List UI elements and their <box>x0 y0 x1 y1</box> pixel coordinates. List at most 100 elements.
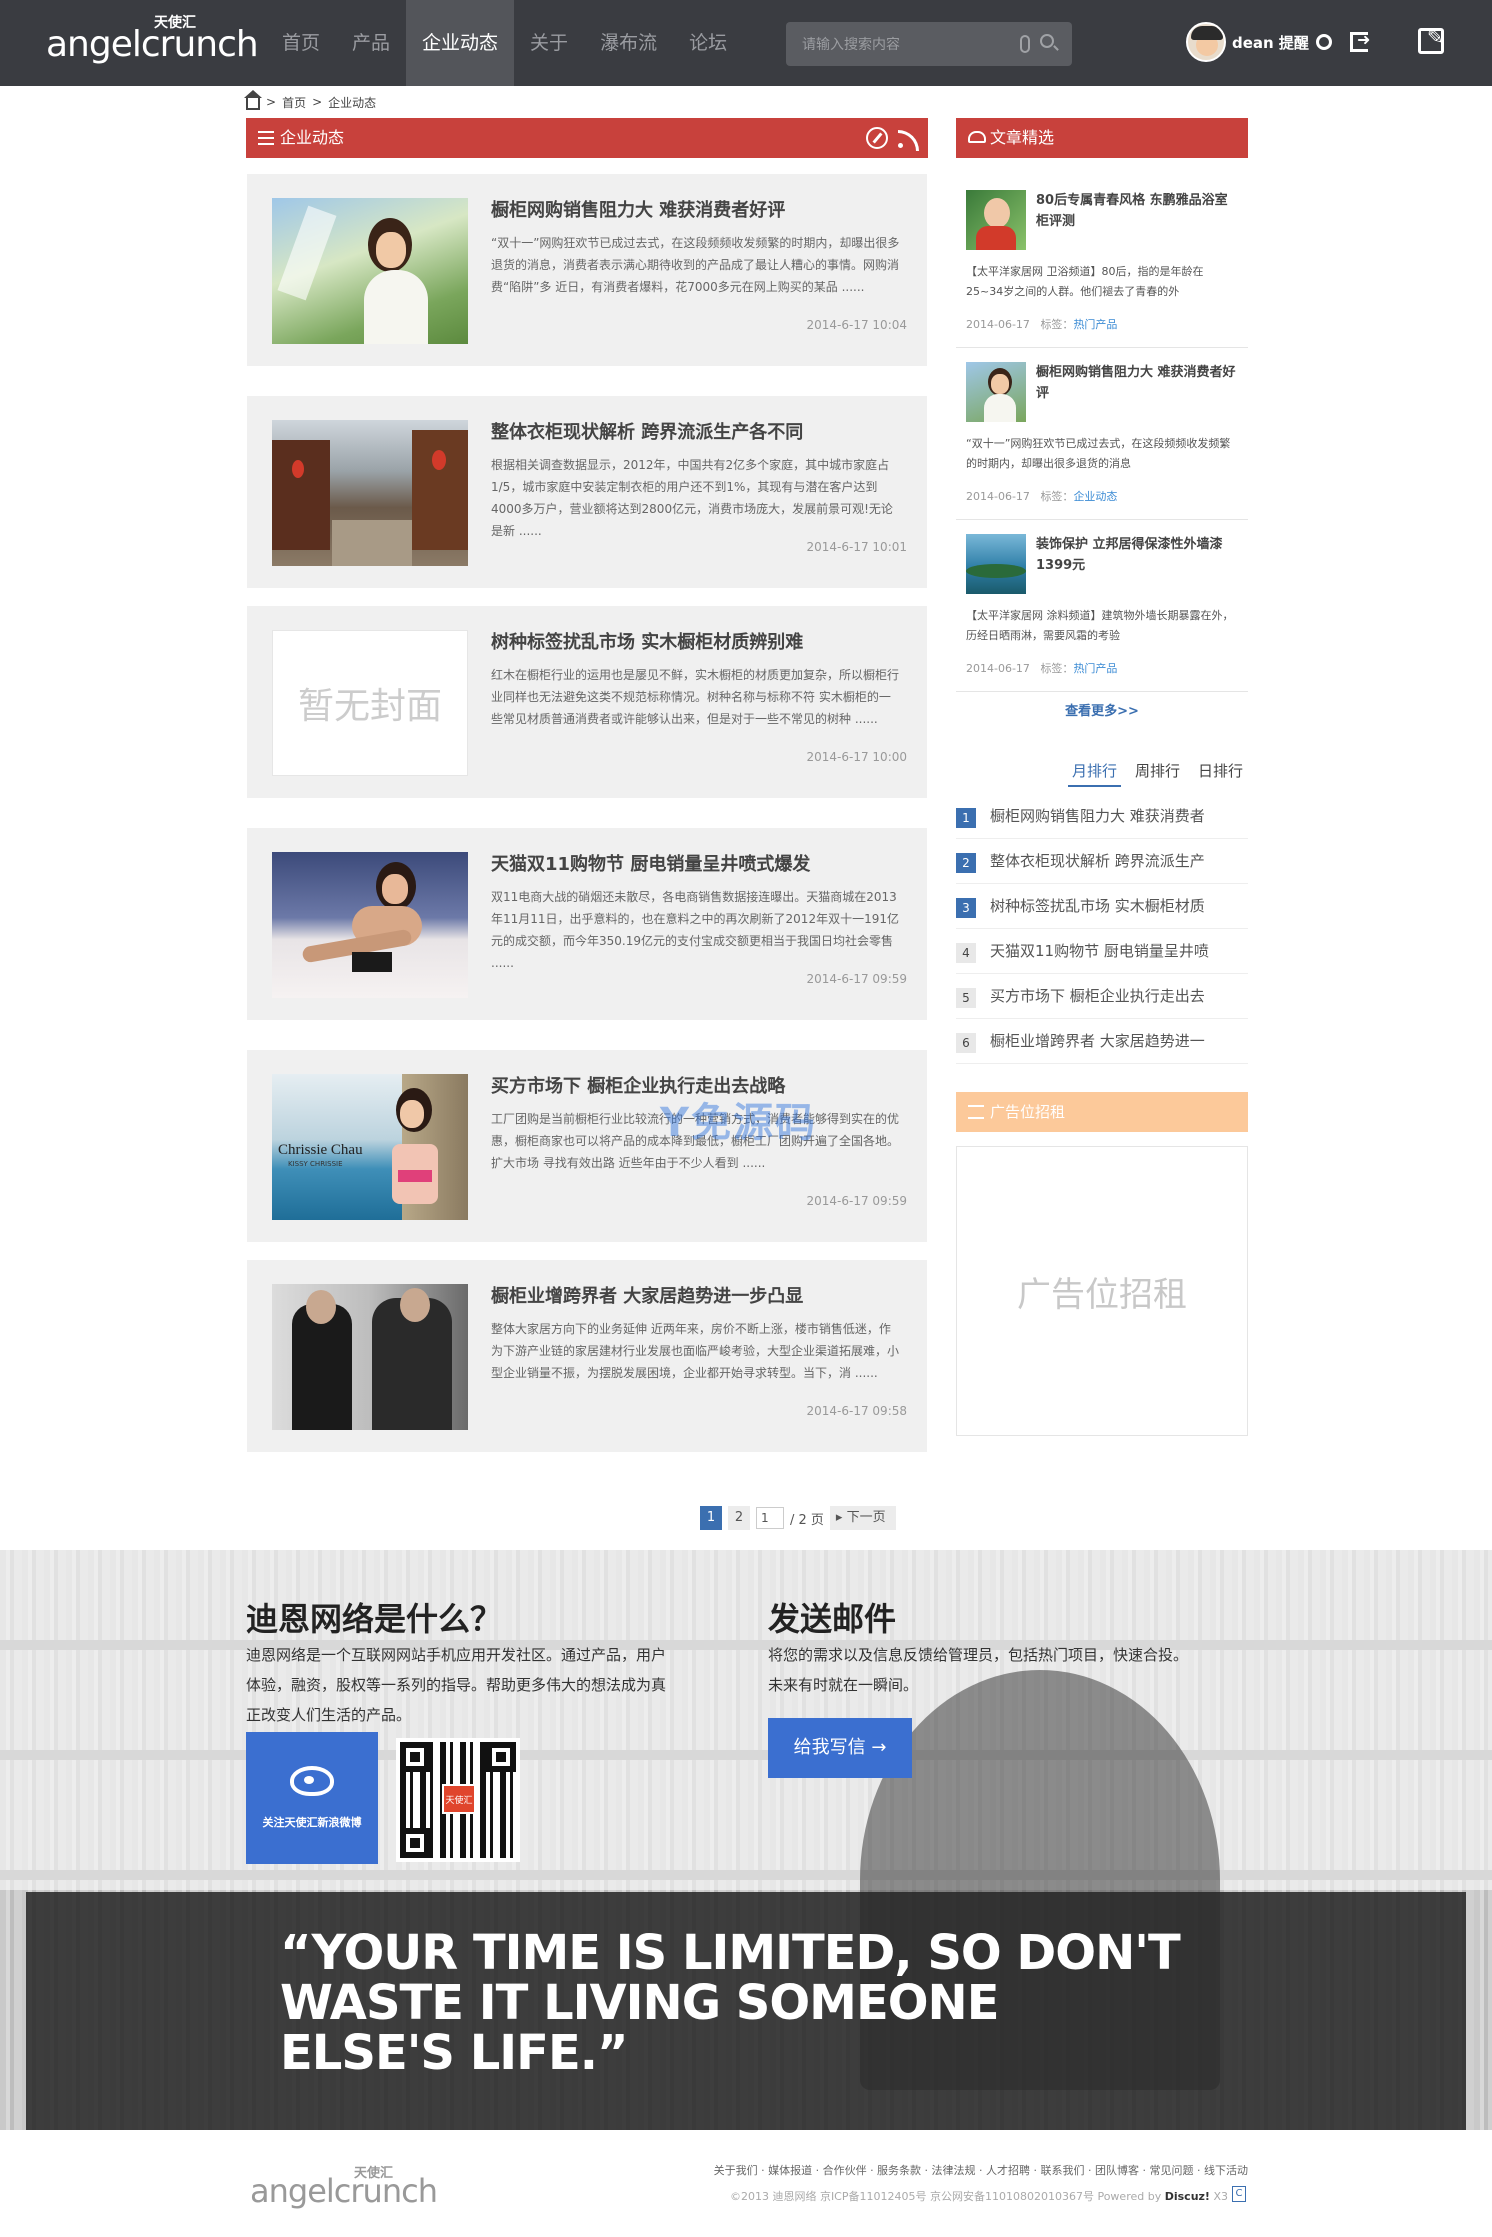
post-title[interactable]: 天猫双11购物节 厨电销量呈井喷式爆发 <box>491 850 810 876</box>
featured-article[interactable]: 80后专属青春风格 东鹏雅品浴室柜评测 【太平洋家居网 卫浴频道】80后，指的是… <box>956 176 1248 348</box>
featured-header: 文章精选 <box>956 118 1248 158</box>
ranking-item[interactable]: 2 整体衣柜现状解析 跨界流派生产 <box>956 839 1248 884</box>
post-date: 2014-6-17 09:58 <box>806 1404 908 1418</box>
logout-icon[interactable] <box>1350 30 1370 52</box>
featured-thumbnail[interactable] <box>966 534 1026 594</box>
next-page-button[interactable]: ▸ 下一页 <box>829 1506 896 1530</box>
featured-excerpt: “双十一”网购狂欢节已成过去式，在这段频频收发频繁的时期内，却曝出很多退货的消息 <box>966 437 1231 470</box>
page-2[interactable]: 2 <box>728 1506 750 1530</box>
post-card[interactable]: 暂无封面 树种标签扰乱市场 实木橱柜材质辨别难 红木在橱柜行业的运用也是屡见不鲜… <box>247 606 927 798</box>
post-excerpt: 根据相关调查数据显示，2012年，中国共有2亿多个家庭，其中城市家庭占1/5，城… <box>491 458 893 538</box>
post-title[interactable]: 橱柜网购销售阻力大 难获消费者好评 <box>491 196 785 222</box>
featured-article[interactable]: 橱柜网购销售阻力大 难获消费者好评 “双十一”网购狂欢节已成过去式，在这段频频收… <box>956 348 1248 520</box>
mail-title: 发送邮件 <box>768 1600 897 1638</box>
post-card[interactable]: 整体衣柜现状解析 跨界流派生产各不同 根据相关调查数据显示，2012年，中国共有… <box>247 396 927 588</box>
search-icon[interactable] <box>1040 34 1054 48</box>
nav-forum[interactable]: 论坛 <box>673 0 743 86</box>
page-1[interactable]: 1 <box>700 1506 722 1530</box>
mail-text: 将您的需求以及信息反馈给管理员，包括热门项目，快速合投。未来有时就在一瞬间。 <box>768 1646 1189 1694</box>
post-date: 2014-6-17 09:59 <box>806 1194 908 1208</box>
ranking-item[interactable]: 5 买方市场下 橱柜企业执行走出去 <box>956 974 1248 1019</box>
post-date: 2014-6-17 09:59 <box>806 972 908 986</box>
post-thumbnail[interactable] <box>272 420 468 566</box>
tab-daily[interactable]: 日排行 <box>1194 756 1247 787</box>
rss-icon[interactable] <box>898 128 919 151</box>
footer-links[interactable]: 关于我们 · 媒体报道 · 合作伙伴 · 服务条款 · 法律法规 · 人才招聘 … <box>714 2162 1248 2178</box>
post-thumbnail[interactable] <box>272 1284 468 1430</box>
ad-slot[interactable]: 广告位招租 <box>956 1146 1248 1436</box>
nav-home[interactable]: 首页 <box>266 0 336 86</box>
nav-about[interactable]: 关于 <box>514 0 584 86</box>
list-icon <box>258 131 274 145</box>
post-date: 2014-6-17 10:04 <box>806 318 908 332</box>
about-text: 迪恩网络是一个互联网网站手机应用开发社区。通过产品，用户体验，融资，股权等一系列… <box>246 1646 667 1724</box>
featured-title[interactable]: 装饰保护 立邦居得保漆性外墙漆1399元 <box>1036 534 1236 576</box>
about-title: 迪恩网络是什么？ <box>246 1600 503 1638</box>
qr-code: 天使汇 <box>396 1738 520 1862</box>
post-date: 2014-6-17 10:01 <box>806 540 908 554</box>
list-icon <box>968 1105 984 1119</box>
section-title: 企业动态 <box>280 128 345 147</box>
main-nav: 首页 产品 企业动态 关于 瀑布流 论坛 <box>266 0 743 86</box>
featured-tag[interactable]: 热门产品 <box>1073 662 1117 675</box>
footer-copyright: ©2013 迪恩网络 京ICP备11012405号 京公网安备110108020… <box>729 2190 1228 2203</box>
breadcrumb: > 首页 > 企业动态 <box>244 90 377 112</box>
post-thumbnail[interactable] <box>272 198 468 344</box>
ranking-item[interactable]: 1 橱柜网购销售阻力大 难获消费者 <box>956 794 1248 839</box>
featured-tag[interactable]: 企业动态 <box>1073 490 1117 503</box>
post-excerpt: 双11电商大战的硝烟还未散尽，各电商销售数据接连曝出。天猫商城在2013年11月… <box>491 890 899 970</box>
microphone-icon[interactable] <box>1020 35 1030 53</box>
nav-products[interactable]: 产品 <box>336 0 406 86</box>
post-excerpt: 整体大家居方向下的业务延伸 近两年来，房价不断上涨，楼市销售低迷，作为下游产业链… <box>491 1322 900 1380</box>
post-thumbnail[interactable] <box>272 852 468 998</box>
post-title[interactable]: 橱柜业增跨界者 大家居趋势进一步凸显 <box>491 1282 803 1308</box>
home-icon[interactable] <box>244 90 262 110</box>
pagination: 1 2 1 / 2 页 ▸ 下一页 <box>700 1506 896 1530</box>
compose-icon[interactable] <box>1418 25 1444 54</box>
section-header: 企业动态 <box>246 118 928 158</box>
top-navigation-bar: 天使汇 angelcrunch 首页 产品 企业动态 关于 瀑布流 论坛 请输入… <box>0 0 1492 86</box>
featured-title[interactable]: 80后专属青春风格 东鹏雅品浴室柜评测 <box>1036 190 1236 232</box>
post-date: 2014-6-17 10:00 <box>806 750 908 764</box>
gear-icon[interactable] <box>1316 34 1332 50</box>
featured-article[interactable]: 装饰保护 立邦居得保漆性外墙漆1399元 【太平洋家居网 涂料频道】建筑物外墙长… <box>956 520 1248 692</box>
post-card[interactable]: 橱柜业增跨界者 大家居趋势进一步凸显 整体大家居方向下的业务延伸 近两年来，房价… <box>247 1260 927 1452</box>
search-input[interactable]: 请输入搜索内容 <box>786 22 1072 66</box>
post-card[interactable]: 天猫双11购物节 厨电销量呈井喷式爆发 双11电商大战的硝烟还未散尽，各电商销售… <box>247 828 927 1020</box>
nav-company-news[interactable]: 企业动态 <box>406 0 515 86</box>
breadcrumb-current: 企业动态 <box>328 95 377 110</box>
page-total: / 2 页 <box>790 1512 824 1528</box>
tab-monthly[interactable]: 月排行 <box>1068 756 1122 787</box>
watermark-text: Y免源码 <box>660 1100 817 1146</box>
write-to-me-button[interactable]: 给我写信 → <box>768 1718 912 1778</box>
featured-thumbnail[interactable] <box>966 190 1026 250</box>
ranking-item[interactable]: 3 树种标签扰乱市场 实木橱柜材质 <box>956 884 1248 929</box>
post-excerpt: “双十一”网购狂欢节已成过去式，在这段频频收发频繁的时期内，却曝出很多退货的消息… <box>491 236 900 294</box>
weibo-icon <box>290 1766 334 1796</box>
cnzz-badge-icon[interactable]: C <box>1232 2186 1246 2202</box>
page-input[interactable]: 1 <box>756 1507 784 1529</box>
ranking-item[interactable]: 6 橱柜业增跨界者 大家居趋势进一 <box>956 1019 1248 1064</box>
view-more-link[interactable]: 查看更多>> <box>956 700 1248 719</box>
featured-excerpt: 【太平洋家居网 卫浴频道】80后，指的是年龄在25~34岁之间的人群。他们褪去了… <box>966 265 1204 298</box>
featured-title[interactable]: 橱柜网购销售阻力大 难获消费者好评 <box>1036 362 1236 404</box>
weibo-follow-button[interactable]: 关注天使汇新浪微博 <box>246 1732 378 1864</box>
breadcrumb-home[interactable]: 首页 <box>282 94 306 111</box>
compass-icon[interactable] <box>866 127 888 149</box>
post-card[interactable]: Chrissie Chau KISSY CHRISSIE 买方市场下 橱柜企业执… <box>247 1050 927 1242</box>
featured-tag[interactable]: 热门产品 <box>1073 318 1117 331</box>
ranking-item[interactable]: 4 天猫双11购物节 厨电销量呈井喷 <box>956 929 1248 974</box>
user-avatar[interactable] <box>1186 22 1226 62</box>
username-reminder[interactable]: dean 提醒 <box>1232 32 1309 53</box>
tab-weekly[interactable]: 周排行 <box>1131 756 1184 787</box>
featured-thumbnail[interactable] <box>966 362 1026 422</box>
nav-waterfall[interactable]: 瀑布流 <box>584 0 673 86</box>
post-title[interactable]: 树种标签扰乱市场 实木橱柜材质辨别难 <box>491 628 803 654</box>
post-excerpt: 红木在橱柜行业的运用也是屡见不鲜，实木橱柜的材质更加复杂，所以橱柜行业同样也无法… <box>491 668 900 726</box>
featured-excerpt: 【太平洋家居网 涂料频道】建筑物外墙长期暴露在外，历经日晒雨淋，需要风霜的考验 <box>966 609 1234 642</box>
post-card[interactable]: 橱柜网购销售阻力大 难获消费者好评 “双十一”网购狂欢节已成过去式，在这段频频收… <box>247 174 927 366</box>
post-thumbnail[interactable]: Chrissie Chau KISSY CHRISSIE <box>272 1074 468 1220</box>
post-title[interactable]: 整体衣柜现状解析 跨界流派生产各不同 <box>491 418 803 444</box>
no-cover-placeholder[interactable]: 暂无封面 <box>272 630 468 776</box>
users-icon <box>968 131 986 143</box>
